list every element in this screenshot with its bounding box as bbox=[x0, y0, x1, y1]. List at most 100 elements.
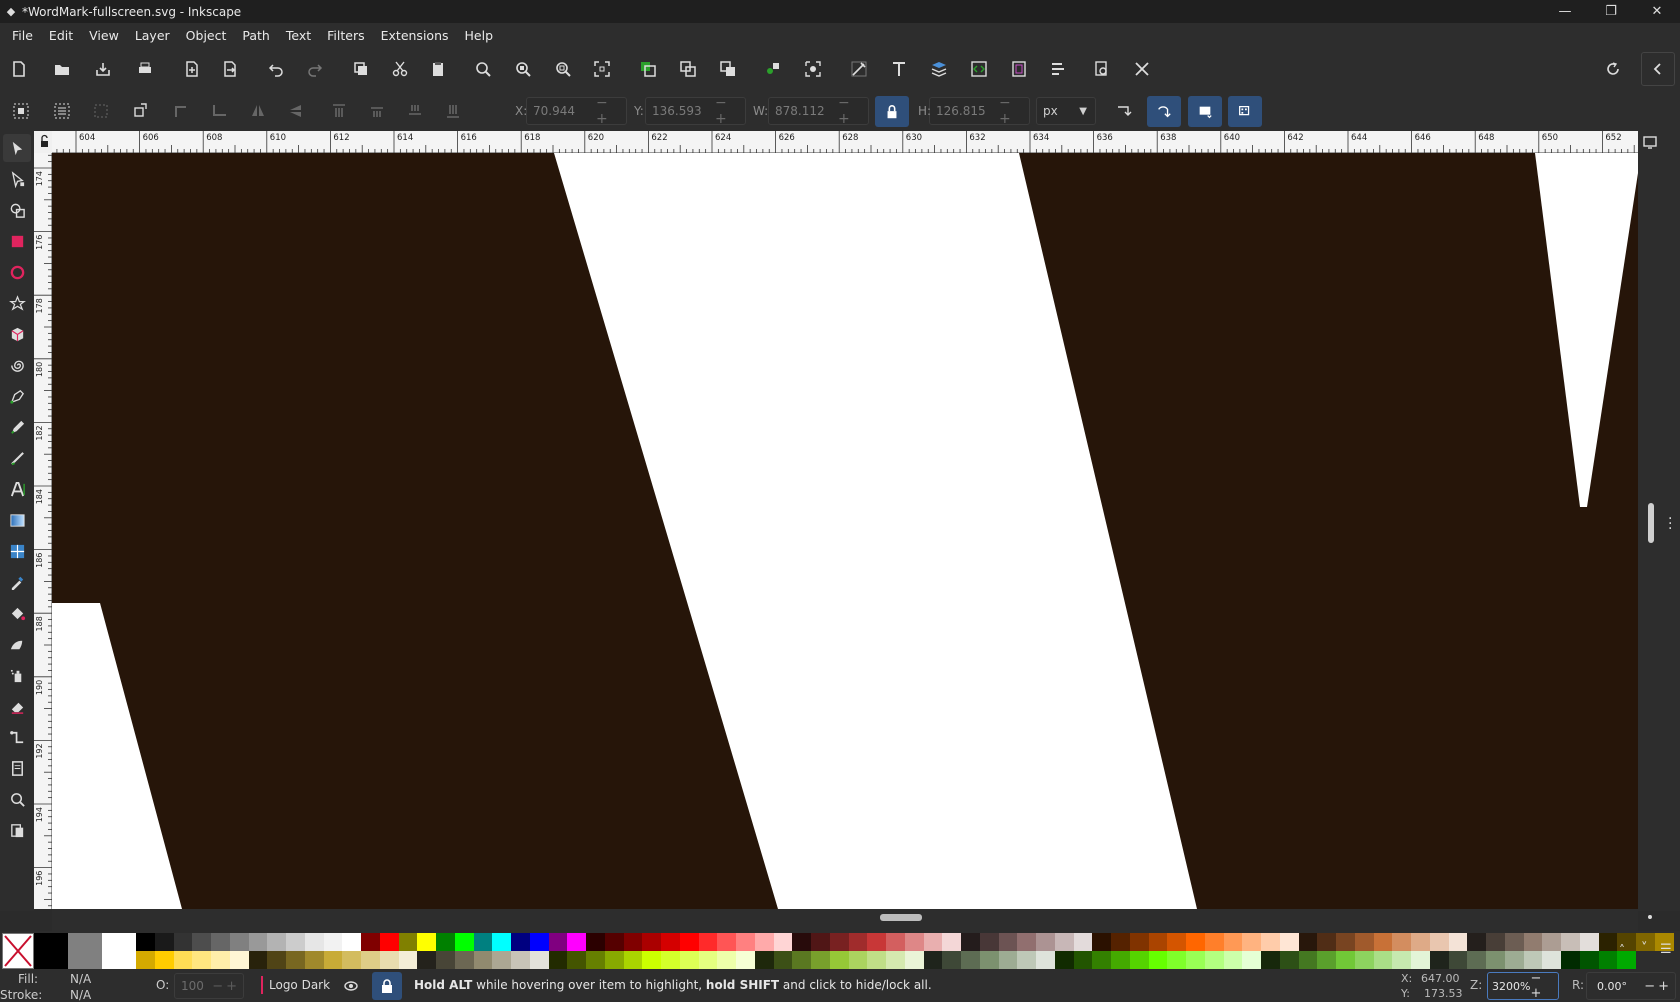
find-replace-icon[interactable] bbox=[1088, 55, 1116, 83]
color-swatch[interactable] bbox=[1542, 951, 1561, 969]
zoom-tool-icon[interactable] bbox=[3, 785, 31, 813]
color-swatch[interactable] bbox=[1073, 933, 1093, 951]
color-swatch[interactable] bbox=[1036, 951, 1055, 969]
color-swatch[interactable] bbox=[1504, 933, 1524, 951]
color-swatch[interactable] bbox=[1486, 933, 1505, 951]
zoom-page-icon[interactable] bbox=[549, 55, 577, 83]
color-swatch[interactable] bbox=[1392, 933, 1411, 951]
color-swatch[interactable] bbox=[848, 951, 868, 969]
color-swatch[interactable] bbox=[642, 951, 661, 969]
color-swatch[interactable] bbox=[567, 951, 586, 969]
color-swatch[interactable] bbox=[417, 951, 436, 969]
color-swatch[interactable] bbox=[1561, 933, 1580, 951]
duplicate-icon[interactable] bbox=[634, 55, 662, 83]
color-swatch[interactable] bbox=[1354, 951, 1374, 969]
preferences-icon[interactable] bbox=[1128, 55, 1156, 83]
menu-text[interactable]: Text bbox=[278, 28, 319, 43]
color-swatch[interactable] bbox=[1598, 933, 1618, 951]
menu-view[interactable]: View bbox=[81, 28, 127, 43]
display-mode-icon[interactable] bbox=[1642, 134, 1658, 150]
lower-icon[interactable] bbox=[401, 97, 429, 125]
import-icon[interactable] bbox=[178, 55, 206, 83]
color-swatch[interactable] bbox=[1148, 951, 1168, 969]
swatch-black[interactable] bbox=[34, 933, 68, 969]
fill-value[interactable]: N/A bbox=[70, 972, 91, 986]
color-swatch[interactable] bbox=[792, 933, 811, 951]
undo-icon[interactable] bbox=[262, 55, 290, 83]
color-swatch[interactable] bbox=[1392, 951, 1411, 969]
current-layer-name[interactable]: Logo Dark bbox=[269, 978, 330, 992]
no-paint-swatch[interactable] bbox=[2, 933, 34, 969]
vertical-ruler[interactable]: 174 176 178 180 182 184 186 188 190 192 194 196 bbox=[34, 153, 52, 909]
color-swatch[interactable] bbox=[1336, 951, 1355, 969]
calligraphy-tool-icon[interactable] bbox=[3, 444, 31, 472]
color-swatch[interactable] bbox=[1542, 933, 1561, 951]
color-swatch[interactable] bbox=[1129, 951, 1149, 969]
close-button[interactable]: ✕ bbox=[1634, 0, 1680, 23]
color-swatch[interactable] bbox=[1298, 951, 1318, 969]
xml-editor-icon[interactable] bbox=[965, 55, 993, 83]
gradient-tool-icon[interactable] bbox=[3, 506, 31, 534]
tweak-tool-icon[interactable] bbox=[3, 630, 31, 658]
color-swatch[interactable] bbox=[1279, 951, 1299, 969]
color-swatch[interactable] bbox=[511, 951, 530, 969]
color-swatch[interactable] bbox=[1598, 951, 1618, 969]
raise-icon[interactable] bbox=[363, 97, 391, 125]
rotation-field[interactable]: 0.00° −+ bbox=[1586, 972, 1676, 1000]
dropper-tool-icon[interactable] bbox=[3, 568, 31, 596]
color-swatch[interactable] bbox=[1242, 951, 1261, 969]
color-swatch[interactable] bbox=[1317, 933, 1336, 951]
color-swatch[interactable] bbox=[1317, 951, 1336, 969]
color-swatch[interactable] bbox=[998, 951, 1018, 969]
color-swatch[interactable] bbox=[1186, 933, 1205, 951]
color-swatch[interactable] bbox=[792, 951, 811, 969]
color-swatch[interactable] bbox=[323, 951, 343, 969]
cut-icon[interactable] bbox=[386, 55, 414, 83]
color-swatch[interactable] bbox=[1448, 933, 1468, 951]
document-properties-icon[interactable] bbox=[1005, 55, 1033, 83]
y-stepper-icon[interactable]: −+ bbox=[715, 95, 745, 127]
color-swatch[interactable] bbox=[304, 933, 324, 951]
color-swatch[interactable] bbox=[829, 951, 849, 969]
color-swatch[interactable] bbox=[717, 933, 736, 951]
color-swatch[interactable] bbox=[361, 933, 380, 951]
scale-stroke-icon[interactable] bbox=[1110, 97, 1138, 125]
layer-lock-icon[interactable] bbox=[372, 972, 402, 1000]
color-swatch[interactable] bbox=[248, 933, 268, 951]
color-swatch[interactable] bbox=[811, 951, 830, 969]
color-swatch[interactable] bbox=[511, 933, 530, 951]
snap-popover-chevron-icon[interactable] bbox=[1641, 52, 1675, 86]
color-swatch[interactable] bbox=[661, 951, 680, 969]
redo-icon[interactable] bbox=[301, 55, 329, 83]
open-file-icon[interactable] bbox=[48, 55, 76, 83]
color-swatch[interactable] bbox=[492, 951, 511, 969]
snap-toggle-icon[interactable] bbox=[1599, 55, 1627, 83]
menu-layer[interactable]: Layer bbox=[127, 28, 178, 43]
color-swatch[interactable] bbox=[454, 951, 474, 969]
palette-menu-icon[interactable]: ☰ bbox=[1660, 942, 1672, 957]
color-swatch[interactable] bbox=[154, 933, 174, 951]
color-swatch[interactable] bbox=[1186, 951, 1205, 969]
color-swatch[interactable] bbox=[1261, 933, 1280, 951]
color-swatch[interactable] bbox=[698, 951, 718, 969]
color-swatch[interactable] bbox=[867, 933, 886, 951]
color-swatch[interactable] bbox=[604, 933, 624, 951]
color-swatch[interactable] bbox=[417, 933, 436, 951]
3d-box-tool-icon[interactable] bbox=[3, 320, 31, 348]
flip-horizontal-icon[interactable] bbox=[244, 97, 272, 125]
color-swatch[interactable] bbox=[698, 933, 718, 951]
color-swatch[interactable] bbox=[679, 933, 699, 951]
color-swatch[interactable] bbox=[1111, 951, 1130, 969]
y-coordinate-field[interactable]: Y: 136.593 −+ bbox=[634, 95, 746, 127]
export-icon[interactable] bbox=[216, 55, 244, 83]
text-tool-icon[interactable] bbox=[3, 475, 31, 503]
color-swatch[interactable] bbox=[1373, 933, 1393, 951]
group-icon[interactable] bbox=[759, 55, 787, 83]
minimize-button[interactable]: — bbox=[1542, 0, 1588, 23]
color-swatch[interactable] bbox=[942, 951, 961, 969]
color-swatch[interactable] bbox=[1036, 933, 1055, 951]
color-swatch[interactable] bbox=[304, 951, 324, 969]
color-swatch[interactable] bbox=[811, 933, 830, 951]
color-swatch[interactable] bbox=[1486, 951, 1505, 969]
select-all-layers-icon[interactable] bbox=[48, 97, 76, 125]
